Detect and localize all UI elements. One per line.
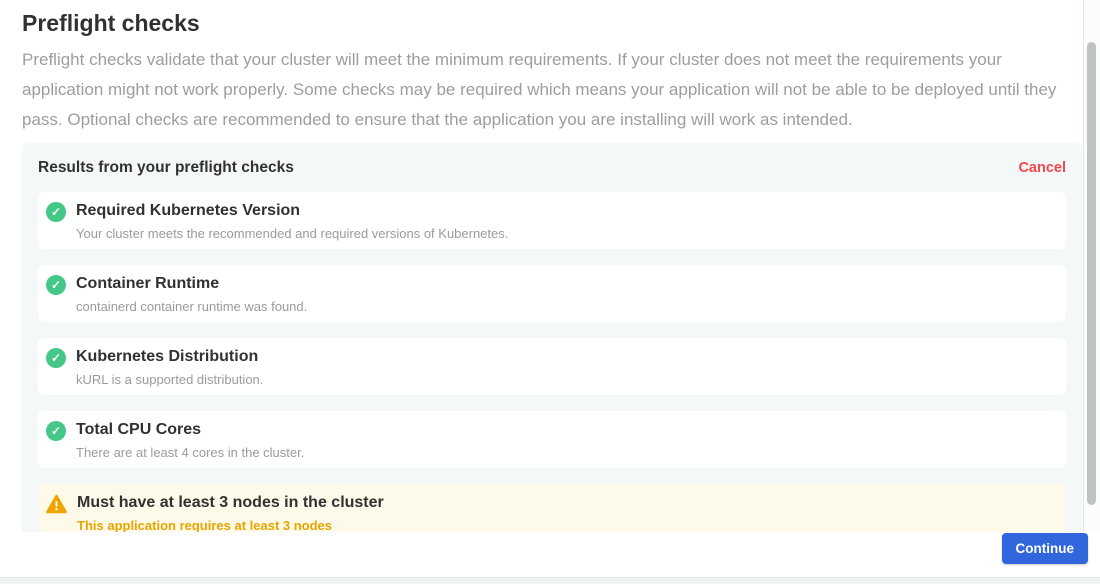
- check-circle-icon: [46, 202, 66, 222]
- results-header-label: Results from your preflight checks: [38, 159, 294, 177]
- check-row: Required Kubernetes Version Your cluster…: [38, 192, 1066, 249]
- check-message: containerd container runtime was found.: [76, 299, 307, 314]
- check-title: Kubernetes Distribution: [76, 347, 263, 367]
- check-row: Total CPU Cores There are at least 4 cor…: [38, 411, 1066, 468]
- footer-bar: Continue: [0, 532, 1100, 577]
- check-text: Container Runtime containerd container r…: [76, 274, 307, 314]
- check-title: Required Kubernetes Version: [76, 201, 508, 221]
- results-card: Results from your preflight checks Cance…: [22, 143, 1082, 532]
- check-circle-icon: [46, 421, 66, 441]
- check-text: Required Kubernetes Version Your cluster…: [76, 201, 508, 241]
- check-message: This application requires at least 3 nod…: [77, 518, 384, 532]
- check-row: Must have at least 3 nodes in the cluste…: [38, 484, 1066, 532]
- continue-button[interactable]: Continue: [1002, 533, 1089, 564]
- check-title: Must have at least 3 nodes in the cluste…: [77, 493, 384, 513]
- check-message: kURL is a supported distribution.: [76, 372, 263, 387]
- check-title: Container Runtime: [76, 274, 307, 294]
- check-row: Container Runtime containerd container r…: [38, 265, 1066, 322]
- results-card-header: Results from your preflight checks Cance…: [38, 159, 1066, 177]
- page-title: Preflight checks: [22, 9, 1078, 37]
- scrollbar-thumb[interactable]: [1087, 42, 1096, 505]
- page-description: Preflight checks validate that your clus…: [22, 45, 1078, 135]
- warning-triangle-icon: [46, 494, 67, 514]
- preflight-scroll-area: Preflight checks Preflight checks valida…: [0, 0, 1100, 532]
- check-circle-icon: [46, 275, 66, 295]
- check-message: Your cluster meets the recommended and r…: [76, 226, 508, 241]
- bottom-strip: [0, 577, 1100, 584]
- check-circle-icon: [46, 348, 66, 368]
- check-title: Total CPU Cores: [76, 420, 304, 440]
- check-list: Required Kubernetes Version Your cluster…: [38, 192, 1066, 532]
- check-row: Kubernetes Distribution kURL is a suppor…: [38, 338, 1066, 395]
- check-text: Kubernetes Distribution kURL is a suppor…: [76, 347, 263, 387]
- check-text: Must have at least 3 nodes in the cluste…: [77, 493, 384, 532]
- check-text: Total CPU Cores There are at least 4 cor…: [76, 420, 304, 460]
- scrollbar-track[interactable]: [1083, 0, 1100, 532]
- check-message: There are at least 4 cores in the cluste…: [76, 445, 304, 460]
- cancel-link[interactable]: Cancel: [1018, 160, 1066, 176]
